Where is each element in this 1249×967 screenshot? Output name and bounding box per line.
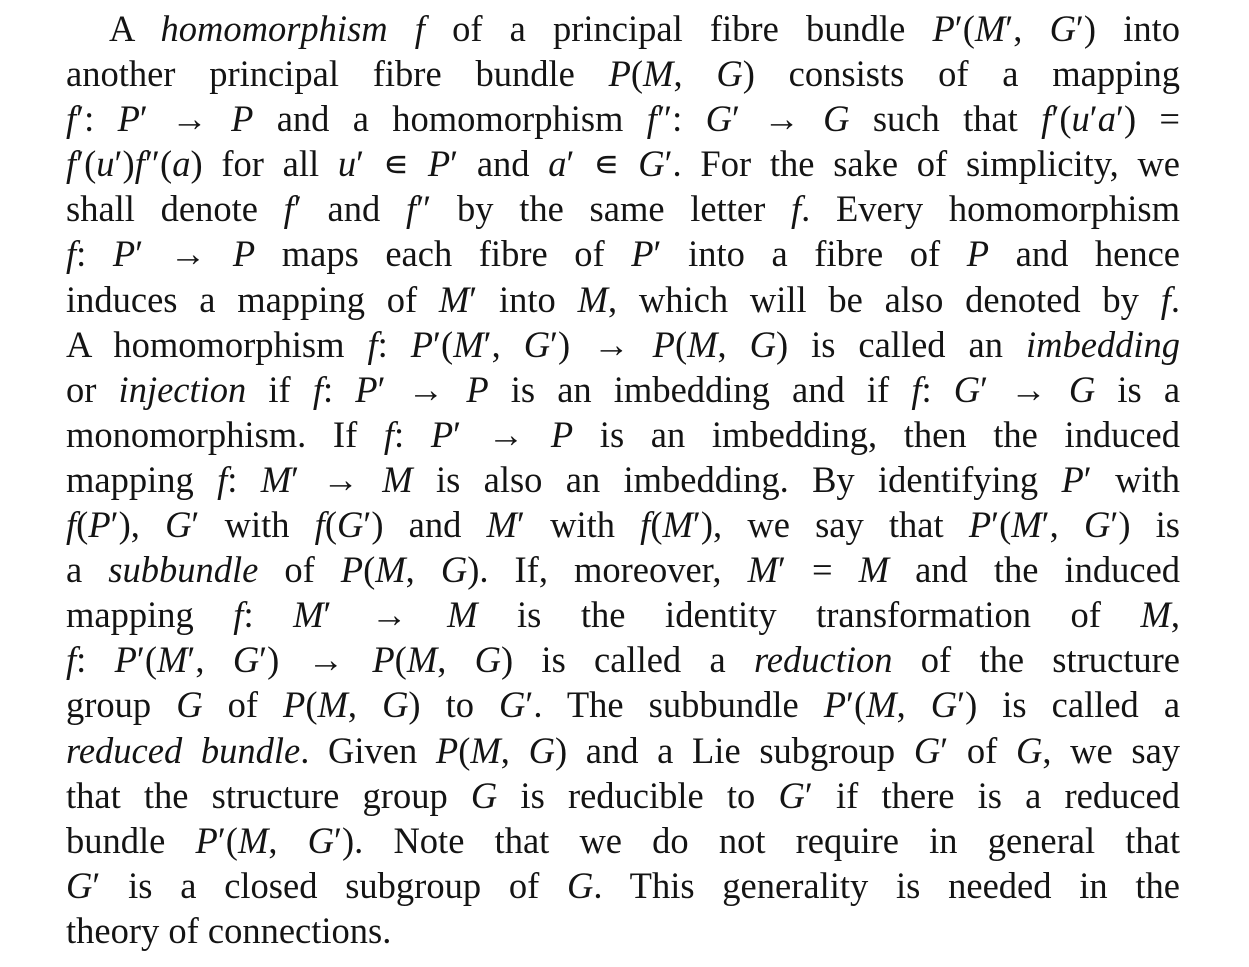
- text-line: f′(u′)f″(a) for all u′ ∊ P′ and a′ ∊ G′.…: [66, 143, 1180, 185]
- text-line: group G of P(M, G) to G′. The subbundle …: [66, 684, 1180, 726]
- text-line: f′: P′ → P and a homomorphism f″: G′ → G…: [66, 98, 1180, 140]
- text-line: mapping f: M′ → M is the identity transf…: [66, 594, 1180, 636]
- text-line: induces a mapping of M′ into M, which wi…: [66, 278, 1180, 320]
- text-line: another principal fibre bundle P(M, G) c…: [66, 53, 1180, 95]
- text-line: A homomorphism f of a principal fibre bu…: [109, 8, 1180, 49]
- text-line: mapping f: M′ → M is also an imbedding. …: [66, 458, 1180, 500]
- text-line: bundle P′(M, G′). Note that we do not re…: [66, 819, 1180, 861]
- text-line: A homomorphism f: P′(M′, G′) → P(M, G) i…: [66, 323, 1180, 365]
- text-block: A homomorphism f of a principal fibre bu…: [66, 6, 1180, 953]
- text-line: that the structure group G is reducible …: [66, 774, 1180, 816]
- text-line: a subbundle of P(M, G). If, moreover, M′…: [66, 549, 1180, 591]
- text-line: G′ is a closed subgroup of G. This gener…: [66, 864, 1180, 906]
- text-line: monomorphism. If f: P′ → P is an imbeddi…: [66, 413, 1180, 455]
- text-line: theory of connections.: [66, 909, 392, 951]
- text-line: shall denote f′ and f″ by the same lette…: [66, 188, 1180, 230]
- text-line: reduced bundle. Given P(M, G) and a Lie …: [66, 729, 1180, 771]
- text-line: f: P′(M′, G′) → P(M, G) is called a redu…: [66, 639, 1180, 681]
- paragraph: A homomorphism f of a principal fibre bu…: [66, 6, 1180, 953]
- text-line: or injection if f: P′ → P is an imbeddin…: [66, 368, 1180, 410]
- text-line: f: P′ → P maps each fibre of P′ into a f…: [66, 233, 1180, 275]
- text-line: f(P′), G′ with f(G′) and M′ with f(M′), …: [66, 504, 1180, 546]
